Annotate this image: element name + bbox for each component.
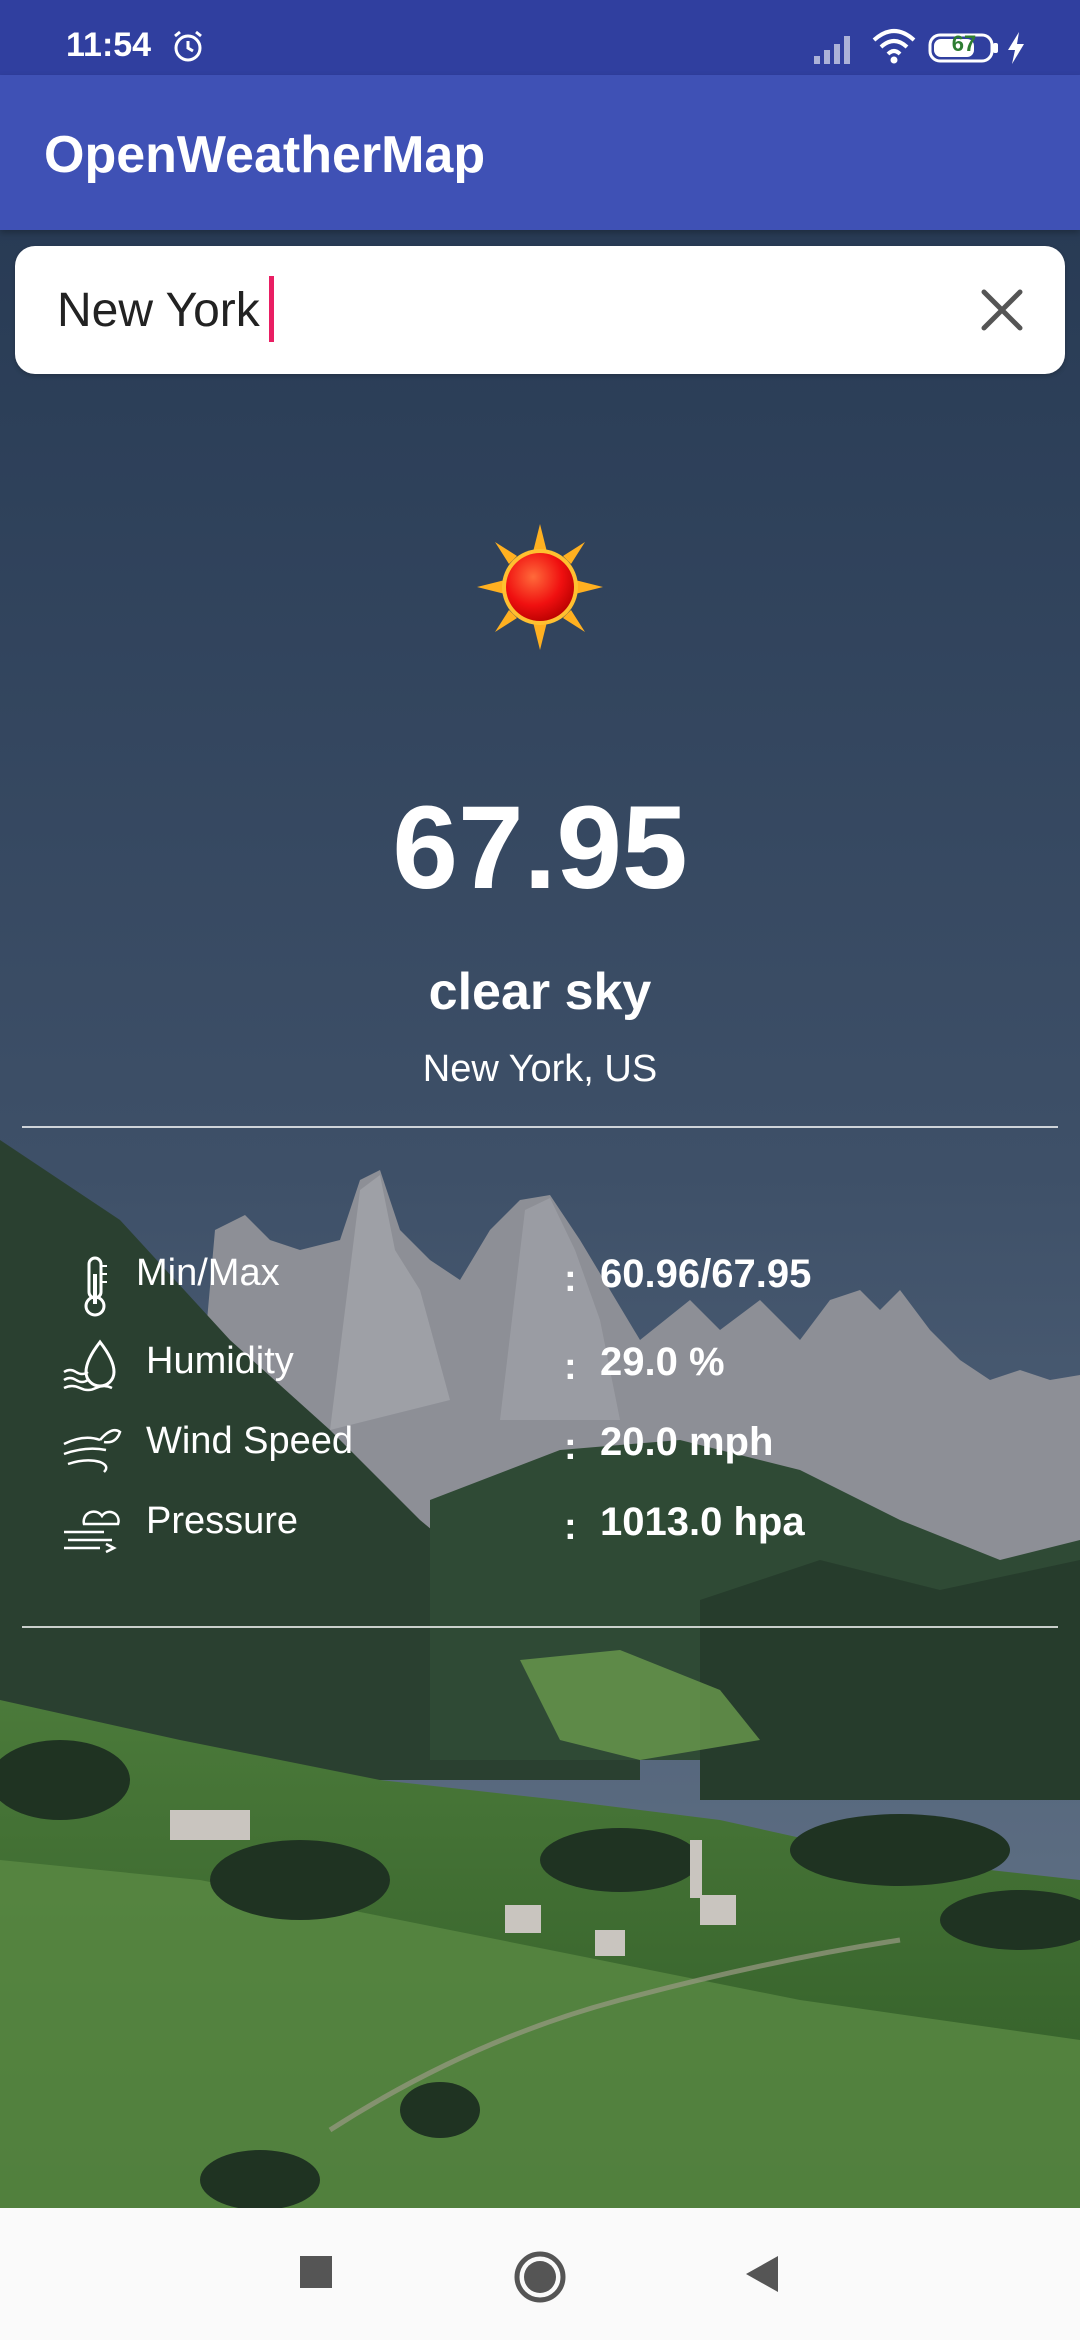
bottom-divider [22, 1626, 1058, 1628]
detail-row-wind-speed: Wind Speed : 20.0 mph [0, 1418, 1080, 1488]
location-label: New York, US [422, 1048, 658, 1090]
detail-row-pressure: Pressure : 1013.0 hpa [0, 1498, 1080, 1568]
close-icon[interactable] [970, 278, 1034, 342]
top-divider [22, 1126, 1058, 1128]
weather-description: clear sky [428, 963, 652, 1021]
wind-speed-label: Wind Speed [146, 1420, 354, 1462]
search-input[interactable] [57, 272, 917, 348]
wind-speed-colon: : [564, 1426, 577, 1468]
signal-icon [814, 36, 850, 64]
wind-icon [63, 1429, 122, 1473]
wifi-icon [872, 29, 916, 64]
battery-level: 67 [951, 31, 977, 56]
detail-row-min-max: Min/Max : 60.96/67.95 [0, 1250, 1080, 1320]
humidity-value: 29.0 % [600, 1340, 725, 1384]
search-card [15, 246, 1065, 374]
min-max-colon: : [564, 1258, 577, 1300]
pressure-value: 1013.0 hpa [600, 1500, 805, 1544]
pressure-label: Pressure [146, 1500, 299, 1542]
min-max-value: 60.96/67.95 [600, 1252, 812, 1296]
humidity-label: Humidity [146, 1340, 294, 1382]
status-time: 11:54 [66, 26, 152, 64]
detail-row-humidity: Humidity : 29.0 % [0, 1338, 1080, 1408]
sun-icon [477, 524, 603, 650]
home-icon[interactable] [513, 2250, 567, 2304]
recent-apps-icon[interactable] [300, 2256, 332, 2288]
pressure-icon [64, 1510, 120, 1554]
back-icon[interactable] [742, 2252, 782, 2296]
alarm-icon [174, 30, 202, 62]
navigation-bar [0, 2208, 1080, 2340]
min-max-label: Min/Max [136, 1252, 280, 1294]
wind-speed-value: 20.0 mph [600, 1420, 774, 1464]
app-title: OpenWeatherMap [44, 126, 486, 184]
humidity-icon [63, 1339, 116, 1392]
app-bar: OpenWeatherMap [0, 75, 1080, 230]
thermometer-icon [84, 1256, 107, 1317]
temperature-value: 67.95 [392, 782, 688, 914]
text-cursor [269, 276, 274, 342]
status-bar: 11:54 67 [0, 0, 1080, 75]
charging-icon [1008, 32, 1024, 64]
humidity-colon: : [564, 1346, 577, 1388]
pressure-colon: : [564, 1506, 577, 1548]
